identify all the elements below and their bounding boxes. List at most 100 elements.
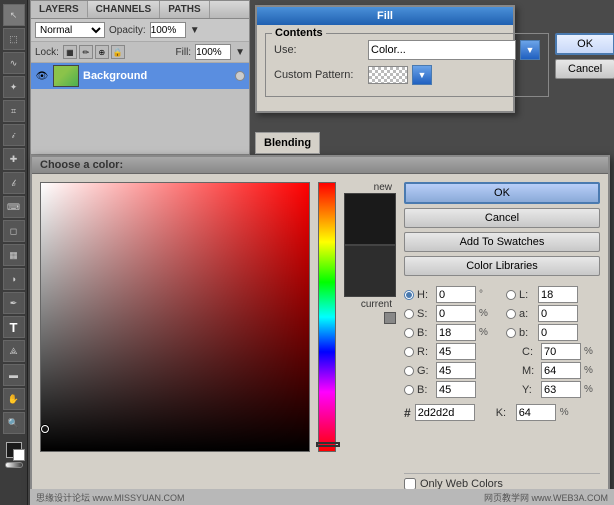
- zoom-tool[interactable]: 🔍: [3, 412, 25, 434]
- b-radio[interactable]: [404, 328, 414, 338]
- cp-right-panel: OK Cancel Add To Swatches Color Librarie…: [404, 182, 600, 490]
- lock-row: Lock: ▦ ✏ ⊕ 🔒 Fill: ▼: [31, 42, 249, 63]
- b2-field-row: B:: [404, 381, 498, 398]
- m-unit: %: [584, 365, 593, 376]
- s-input[interactable]: [436, 305, 476, 322]
- fill-cancel-button[interactable]: Cancel: [555, 59, 614, 79]
- shape-tool[interactable]: ▬: [3, 364, 25, 386]
- cp-action-buttons: OK Cancel Add To Swatches Color Librarie…: [404, 182, 600, 276]
- c-field-row: C: %: [506, 343, 600, 360]
- hand-tool[interactable]: ✋: [3, 388, 25, 410]
- cp-color-libraries-button[interactable]: Color Libraries: [404, 256, 600, 276]
- gradient-dark-overlay: [41, 183, 309, 451]
- b-label: B:: [417, 327, 433, 339]
- b3-radio[interactable]: [506, 328, 516, 338]
- l-radio[interactable]: [506, 290, 516, 300]
- eyedropper-tool[interactable]: 𝒾: [3, 124, 25, 146]
- fill-label: Fill:: [176, 47, 192, 58]
- eraser-tool[interactable]: ◻: [3, 220, 25, 242]
- s-field-row: S: %: [404, 305, 498, 322]
- color-picker-title: Choose a color:: [32, 157, 608, 174]
- opacity-label: Opacity:: [109, 25, 146, 36]
- r-label: R:: [417, 346, 433, 358]
- r-radio[interactable]: [404, 347, 414, 357]
- g-input[interactable]: [436, 362, 476, 379]
- cp-ok-button[interactable]: OK: [404, 182, 600, 204]
- y-field-row: Y: %: [506, 381, 600, 398]
- cp-fields-grid: H: ° L: S: % a:: [404, 286, 600, 398]
- layer-visibility-eye[interactable]: 👁: [35, 69, 49, 83]
- contents-label: Contents: [272, 27, 326, 39]
- cp-add-to-swatches-button[interactable]: Add To Swatches: [404, 232, 600, 252]
- custom-pattern-arrow[interactable]: ▼: [412, 65, 432, 85]
- spectrum-bar[interactable]: [318, 182, 336, 452]
- color-gradient-picker[interactable]: [40, 182, 310, 452]
- marquee-tool[interactable]: ⬚: [3, 28, 25, 50]
- current-color-swatch[interactable]: [344, 245, 396, 297]
- c-input[interactable]: [541, 343, 581, 360]
- move-tool[interactable]: ↖: [3, 4, 25, 26]
- tab-paths[interactable]: PATHS: [160, 1, 209, 18]
- magic-wand-tool[interactable]: ✦: [3, 76, 25, 98]
- tab-layers[interactable]: LAYERS: [31, 1, 88, 18]
- opacity-input[interactable]: [150, 22, 186, 38]
- lasso-tool[interactable]: ∿: [3, 52, 25, 74]
- use-select[interactable]: [368, 40, 516, 60]
- tab-channels[interactable]: CHANNELS: [88, 1, 161, 18]
- b2-input[interactable]: [436, 381, 476, 398]
- a-radio[interactable]: [506, 309, 516, 319]
- hex-input[interactable]: [415, 404, 475, 421]
- clone-stamp-tool[interactable]: ⌨: [3, 196, 25, 218]
- path-tool[interactable]: ⟁: [3, 340, 25, 362]
- b3-label: b:: [519, 327, 535, 339]
- s-radio[interactable]: [404, 309, 414, 319]
- use-dropdown-arrow[interactable]: ▼: [520, 40, 540, 60]
- g-radio[interactable]: [404, 366, 414, 376]
- m-input[interactable]: [541, 362, 581, 379]
- b-input[interactable]: [436, 324, 476, 341]
- b2-radio[interactable]: [404, 385, 414, 395]
- fill-dialog: Fill Contents Use: ▼ Custom Pattern: ▼ O…: [255, 5, 515, 113]
- lock-move-btn[interactable]: ⊕: [95, 45, 109, 59]
- hue-label: H:: [417, 289, 433, 301]
- layer-lock-icon: [235, 71, 245, 81]
- l-label: L:: [519, 289, 535, 301]
- hue-radio[interactable]: [404, 290, 414, 300]
- arrow-fill: ▼: [235, 47, 245, 58]
- m-label: M:: [522, 365, 538, 377]
- brush-tool[interactable]: 𝒷: [3, 172, 25, 194]
- lock-paint-btn[interactable]: ✏: [79, 45, 93, 59]
- background-layer-row[interactable]: 👁 Background: [31, 63, 249, 89]
- k-unit: %: [560, 407, 569, 418]
- lock-all-btn[interactable]: 🔒: [111, 45, 125, 59]
- b3-input[interactable]: [538, 324, 578, 341]
- b3-field-row: b:: [506, 324, 600, 341]
- color-picker-body: new current OK Cancel Add To Swatches Co…: [32, 174, 608, 498]
- cp-cancel-button[interactable]: Cancel: [404, 208, 600, 228]
- warning-icon: [384, 312, 396, 324]
- a-input[interactable]: [538, 305, 578, 322]
- gradient-tool[interactable]: ▦: [3, 244, 25, 266]
- pen-tool[interactable]: ✒: [3, 292, 25, 314]
- custom-pattern-thumb[interactable]: [368, 66, 408, 84]
- healing-tool[interactable]: ✚: [3, 148, 25, 170]
- g-field-row: G:: [404, 362, 498, 379]
- lock-transparent-btn[interactable]: ▦: [63, 45, 77, 59]
- r-input[interactable]: [436, 343, 476, 360]
- current-swatch-label: current: [361, 299, 392, 310]
- fill-ok-button[interactable]: OK: [555, 33, 614, 55]
- y-input[interactable]: [541, 381, 581, 398]
- crop-tool[interactable]: ⌗: [3, 100, 25, 122]
- l-input[interactable]: [538, 286, 578, 303]
- new-swatch-label: new: [374, 182, 392, 193]
- color-preview-swatches: new current: [344, 182, 396, 490]
- new-color-swatch: [344, 193, 396, 245]
- text-tool[interactable]: T: [3, 316, 25, 338]
- blend-mode-select[interactable]: Normal: [35, 22, 105, 38]
- l-field-row: L:: [506, 286, 600, 303]
- k-input[interactable]: [516, 404, 556, 421]
- panel-tabs: LAYERS CHANNELS PATHS: [31, 1, 249, 19]
- dodge-tool[interactable]: ◑: [3, 268, 25, 290]
- fill-input[interactable]: [195, 44, 231, 60]
- hue-input[interactable]: [436, 286, 476, 303]
